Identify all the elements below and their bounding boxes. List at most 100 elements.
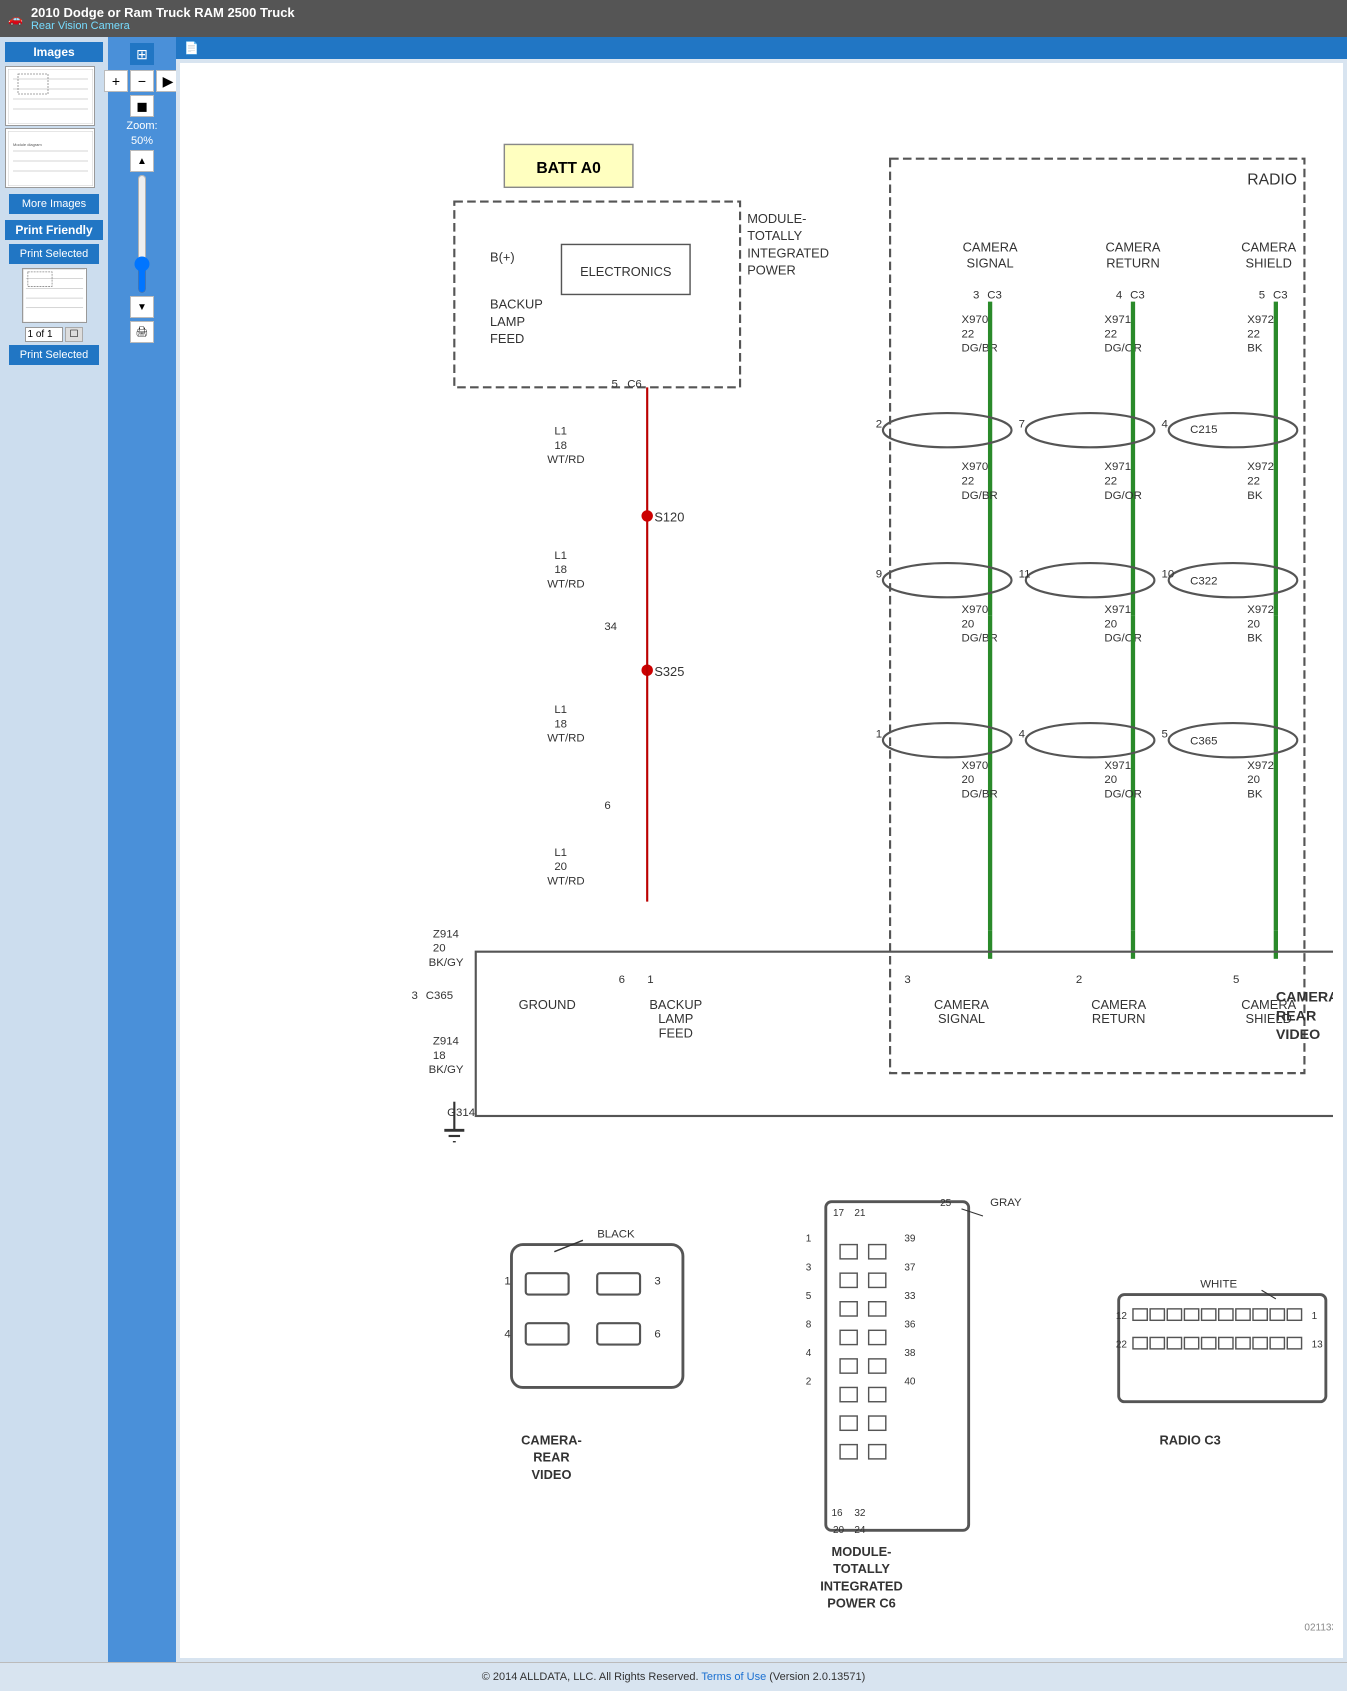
svg-text:X970: X970 <box>962 604 989 616</box>
svg-text:INTEGRATED: INTEGRATED <box>820 1578 903 1593</box>
svg-text:20: 20 <box>833 1525 845 1536</box>
svg-text:8: 8 <box>806 1319 812 1330</box>
svg-text:RADIO: RADIO <box>1247 171 1297 188</box>
svg-text:POWER C6: POWER C6 <box>827 1595 896 1610</box>
svg-text:DG/OR: DG/OR <box>1104 788 1141 800</box>
zoom-in-button[interactable]: + <box>104 70 128 92</box>
svg-text:18: 18 <box>554 564 567 576</box>
svg-text:20: 20 <box>554 861 567 873</box>
copyright-text: © 2014 ALLDATA, LLC. All Rights Reserved… <box>482 1671 699 1683</box>
svg-text:20: 20 <box>962 618 975 630</box>
svg-text:4: 4 <box>1162 418 1169 430</box>
svg-text:X971: X971 <box>1104 760 1131 772</box>
svg-text:3: 3 <box>973 290 979 302</box>
svg-text:C365: C365 <box>1190 736 1217 748</box>
svg-text:36: 36 <box>904 1319 916 1330</box>
svg-text:38: 38 <box>904 1348 916 1359</box>
svg-text:6: 6 <box>654 1328 660 1340</box>
svg-text:C3: C3 <box>987 290 1002 302</box>
svg-text:37: 37 <box>904 1262 916 1273</box>
svg-text:6: 6 <box>604 800 610 812</box>
svg-text:1: 1 <box>504 1276 510 1288</box>
svg-text:CAMERA: CAMERA <box>934 997 989 1012</box>
svg-text:4: 4 <box>504 1328 511 1340</box>
svg-text:WT/RD: WT/RD <box>547 578 584 590</box>
svg-text:DG/BR: DG/BR <box>962 633 998 645</box>
svg-text:34: 34 <box>604 621 617 633</box>
svg-text:3: 3 <box>411 990 417 1002</box>
print-selected-button-2[interactable]: Print Selected <box>9 345 99 365</box>
svg-text:BACKUP: BACKUP <box>490 297 543 312</box>
svg-text:5: 5 <box>1233 974 1239 986</box>
svg-text:RETURN: RETURN <box>1092 1011 1146 1026</box>
svg-text:2: 2 <box>806 1377 812 1388</box>
svg-text:SIGNAL: SIGNAL <box>938 1011 985 1026</box>
svg-text:Z914: Z914 <box>433 928 460 940</box>
svg-text:SIGNAL: SIGNAL <box>967 255 1014 270</box>
svg-text:MODULE-: MODULE- <box>747 211 806 226</box>
svg-text:CAMERA-: CAMERA- <box>1276 990 1333 1006</box>
zoom-icon-button[interactable]: ⊞ <box>130 43 154 65</box>
svg-text:B(+): B(+) <box>490 250 515 265</box>
svg-text:39: 39 <box>904 1234 916 1245</box>
wiring-diagram: BATT A0 MODULE- TOTALLY INTEGRATED POWER… <box>190 73 1333 1645</box>
svg-text:BK/GY: BK/GY <box>429 1064 464 1076</box>
svg-text:22: 22 <box>1104 328 1117 340</box>
thumbnail-1[interactable] <box>5 66 95 126</box>
more-images-button[interactable]: More Images <box>9 194 99 214</box>
svg-text:L1: L1 <box>554 425 567 437</box>
thumbnail-2[interactable]: Module diagram <box>5 128 95 188</box>
terms-of-use-link[interactable]: Terms of Use <box>701 1671 766 1683</box>
svg-text:1: 1 <box>876 728 882 740</box>
zoom-reset-button[interactable]: ◼ <box>130 95 154 117</box>
svg-text:X970: X970 <box>962 461 989 473</box>
content-area: 📄 BATT A0 MODULE- TOTALLY INTEGRATED POW… <box>176 37 1347 1662</box>
svg-text:DG/OR: DG/OR <box>1104 343 1141 355</box>
svg-text:25: 25 <box>940 1198 952 1209</box>
version-text: (Version 2.0.13571) <box>769 1671 865 1683</box>
zoom-down-button[interactable]: ▼ <box>130 296 154 318</box>
svg-text:L1: L1 <box>554 847 567 859</box>
svg-text:BK: BK <box>1247 343 1263 355</box>
svg-text:X972: X972 <box>1247 760 1274 772</box>
svg-text:C3: C3 <box>1273 290 1288 302</box>
svg-text:CAMERA: CAMERA <box>1241 240 1296 255</box>
zoom-label: Zoom: <box>126 120 157 132</box>
footer: © 2014 ALLDATA, LLC. All Rights Reserved… <box>0 1662 1347 1691</box>
svg-text:ELECTRONICS: ELECTRONICS <box>580 264 671 279</box>
svg-text:S120: S120 <box>654 510 684 525</box>
print-selected-button-1[interactable]: Print Selected <box>9 244 99 264</box>
svg-text:24: 24 <box>854 1525 866 1536</box>
svg-text:3: 3 <box>806 1262 812 1273</box>
svg-text:33: 33 <box>904 1291 916 1302</box>
svg-text:VIDEO: VIDEO <box>531 1467 571 1482</box>
svg-text:X972: X972 <box>1247 461 1274 473</box>
svg-text:10: 10 <box>1162 568 1175 580</box>
svg-text:22: 22 <box>962 328 975 340</box>
print-thumbnail <box>22 268 87 323</box>
svg-text:C365: C365 <box>426 990 453 1002</box>
svg-text:20: 20 <box>433 943 446 955</box>
zoom-print-button[interactable]: 🖨 <box>130 321 154 343</box>
zoom-up-button[interactable]: ▲ <box>130 150 154 172</box>
svg-text:L1: L1 <box>554 704 567 716</box>
page-input[interactable] <box>25 327 63 342</box>
svg-text:22: 22 <box>1116 1339 1128 1350</box>
page-title: 2010 Dodge or Ram Truck RAM 2500 Truck <box>31 5 295 20</box>
page-nav-checkbox[interactable]: ☐ <box>65 327 84 342</box>
svg-text:4: 4 <box>1116 290 1123 302</box>
svg-text:TOTALLY: TOTALLY <box>833 1561 890 1576</box>
zoom-slider[interactable] <box>132 174 152 294</box>
svg-text:C215: C215 <box>1190 424 1217 436</box>
svg-text:40: 40 <box>904 1377 916 1388</box>
svg-text:C6: C6 <box>627 378 642 390</box>
svg-text:CAMERA-: CAMERA- <box>521 1433 582 1448</box>
svg-text:BK: BK <box>1247 788 1263 800</box>
svg-text:LAMP: LAMP <box>490 314 525 329</box>
svg-text:FEED: FEED <box>659 1025 693 1040</box>
svg-text:C322: C322 <box>1190 575 1217 587</box>
svg-text:DG/OR: DG/OR <box>1104 633 1141 645</box>
svg-text:21: 21 <box>854 1208 866 1219</box>
zoom-out-button[interactable]: − <box>130 70 154 92</box>
svg-text:BK: BK <box>1247 633 1263 645</box>
